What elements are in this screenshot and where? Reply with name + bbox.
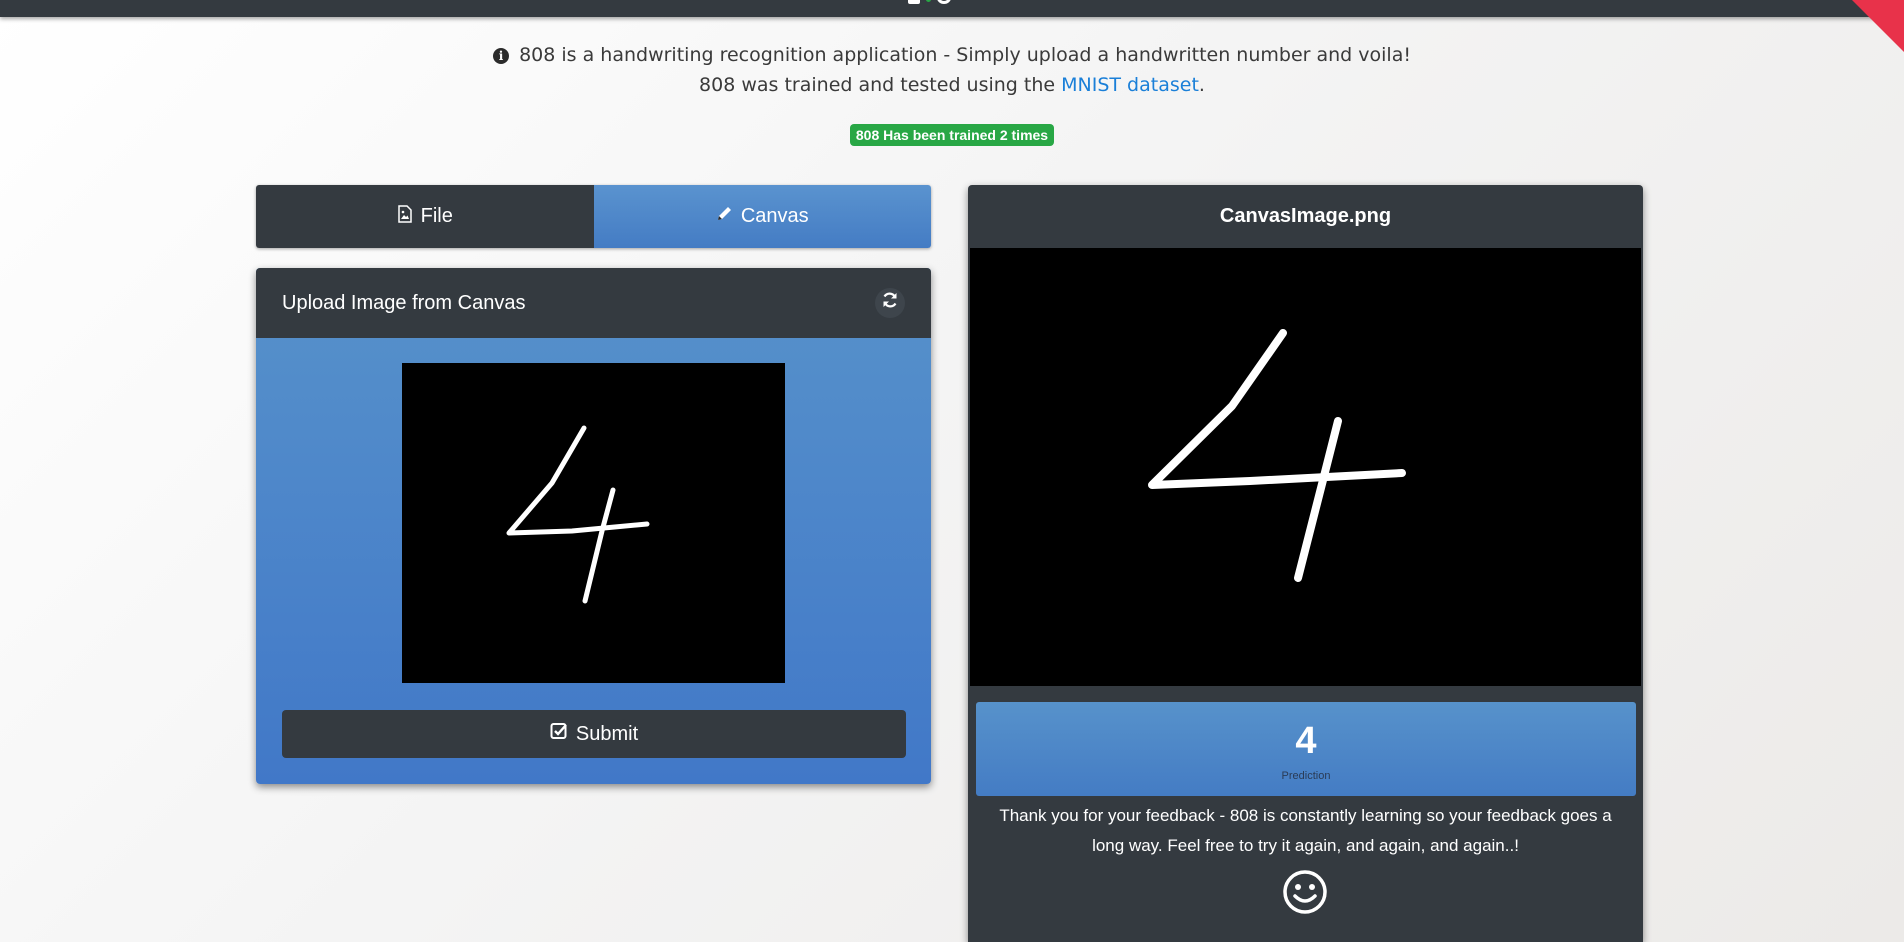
pencil-icon bbox=[716, 205, 733, 228]
submit-label: Submit bbox=[575, 722, 639, 745]
prediction-box: 4 Prediction bbox=[976, 702, 1636, 796]
intro-text: i 808 is a handwriting recognition appli… bbox=[0, 40, 1904, 100]
prediction-value: 4 bbox=[1295, 720, 1317, 762]
app-logo[interactable] bbox=[908, 0, 951, 4]
input-mode-tabs: File Canvas bbox=[256, 185, 931, 248]
checkbox-icon bbox=[550, 722, 568, 746]
result-card: CanvasImage.png 4 Prediction Thank you f… bbox=[968, 185, 1643, 942]
training-count-badge: 808 Has been trained 2 times bbox=[849, 124, 1055, 146]
info-icon: i bbox=[493, 48, 510, 64]
drawn-digit bbox=[506, 425, 650, 604]
training-badge-wrap: 808 Has been trained 2 times bbox=[0, 124, 1904, 146]
feedback-message: Thank you for your feedback - 808 is con… bbox=[999, 806, 1612, 855]
upload-canvas-card: Upload Image from Canvas Submit bbox=[256, 268, 931, 784]
upload-card-title: Upload Image from Canvas bbox=[282, 291, 526, 314]
prediction-label: Prediction bbox=[1281, 770, 1331, 782]
result-image-preview bbox=[970, 248, 1641, 686]
image-file-icon bbox=[397, 204, 413, 229]
mnist-dataset-link[interactable]: MNIST dataset bbox=[1061, 74, 1199, 96]
tab-canvas-label: Canvas bbox=[740, 205, 809, 227]
drawing-canvas[interactable] bbox=[402, 363, 785, 683]
top-navbar bbox=[0, 0, 1904, 17]
refresh-button[interactable] bbox=[875, 288, 905, 318]
intro-line-1: i 808 is a handwriting recognition appli… bbox=[0, 40, 1904, 70]
tab-canvas[interactable]: Canvas bbox=[593, 185, 931, 248]
intro-line-2: 808 was trained and tested using the MNI… bbox=[0, 70, 1904, 100]
smiley-icon bbox=[1282, 869, 1328, 915]
intro-description: 808 is a handwriting recognition applica… bbox=[519, 44, 1411, 66]
upload-card-header: Upload Image from Canvas bbox=[256, 268, 931, 338]
result-filename: CanvasImage.png bbox=[1219, 205, 1392, 227]
tab-file[interactable]: File bbox=[256, 185, 594, 248]
intro-period: . bbox=[1198, 74, 1205, 96]
intro-trained-text: 808 was trained and tested using the bbox=[699, 74, 1056, 96]
submit-button[interactable]: Submit bbox=[282, 710, 906, 758]
refresh-icon bbox=[881, 291, 899, 315]
tab-file-label: File bbox=[420, 205, 453, 227]
preview-digit bbox=[1148, 329, 1406, 582]
